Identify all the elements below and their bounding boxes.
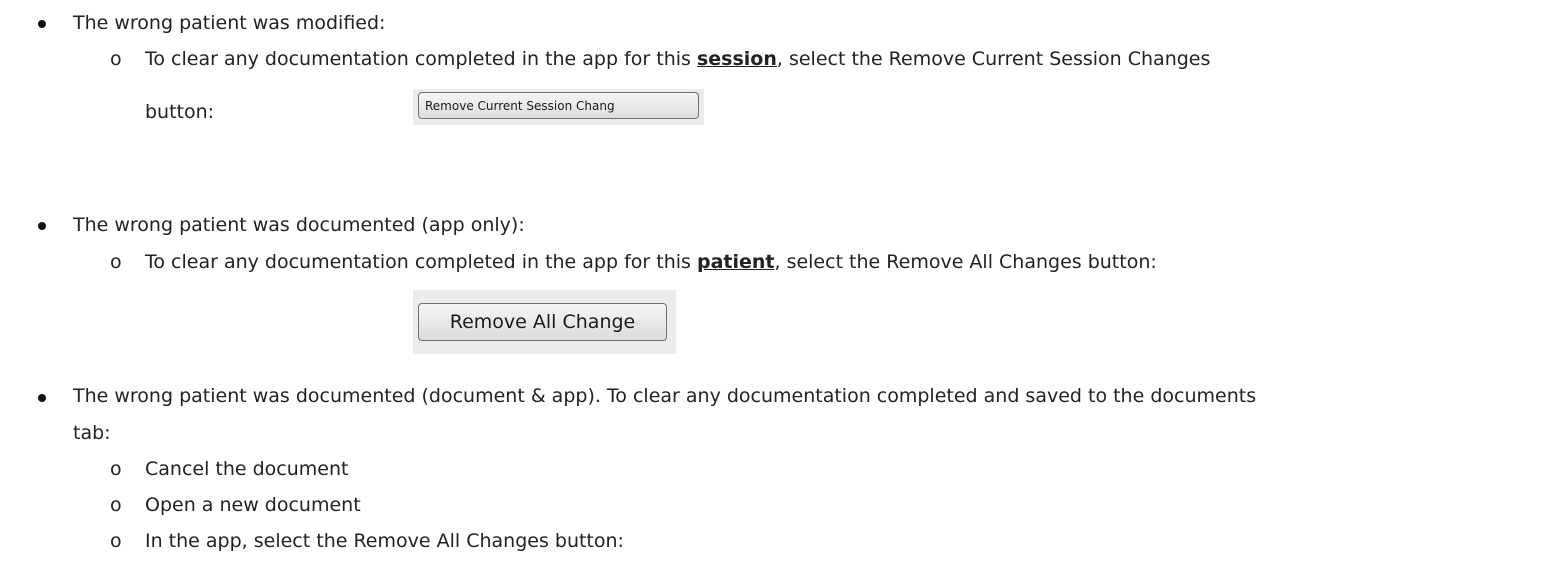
sub-bullet-icon: o <box>110 251 122 273</box>
step-open-new-document: Open a new document <box>145 494 361 516</box>
section2-heading: The wrong patient was documented (app on… <box>73 214 525 236</box>
instruction-text: To clear any documentation completed in … <box>145 48 697 70</box>
bullet-icon <box>38 394 46 402</box>
section3-heading-line2: tab: <box>73 422 111 444</box>
step-remove-all-changes: In the app, select the Remove All Change… <box>145 530 624 552</box>
sub-bullet-icon: o <box>110 530 122 552</box>
section1-instruction-line2: button: <box>145 101 215 123</box>
section1-heading: The wrong patient was modified: <box>73 12 386 34</box>
sub-bullet-icon: o <box>110 458 122 480</box>
emphasis-session: session <box>696 48 777 70</box>
remove-all-changes-button[interactable]: Remove All Change <box>418 303 667 341</box>
remove-current-session-changes-button[interactable]: Remove Current Session Chang <box>418 92 699 119</box>
bullet-icon <box>38 20 46 28</box>
emphasis-patient: patient <box>696 251 775 273</box>
sub-bullet-icon: o <box>110 48 122 70</box>
instruction-text: , select the Remove Current Session Chan… <box>776 48 1211 70</box>
instruction-text: , select the Remove All Changes button: <box>774 251 1157 273</box>
instruction-text: To clear any documentation completed in … <box>145 251 697 273</box>
section1-instruction: To clear any documentation completed in … <box>145 50 1210 69</box>
section3-heading: The wrong patient was documented (docume… <box>73 385 1257 407</box>
section2-instruction: To clear any documentation completed in … <box>145 253 1157 272</box>
step-cancel-document: Cancel the document <box>145 458 349 480</box>
bullet-icon <box>38 222 46 230</box>
sub-bullet-icon: o <box>110 494 122 516</box>
